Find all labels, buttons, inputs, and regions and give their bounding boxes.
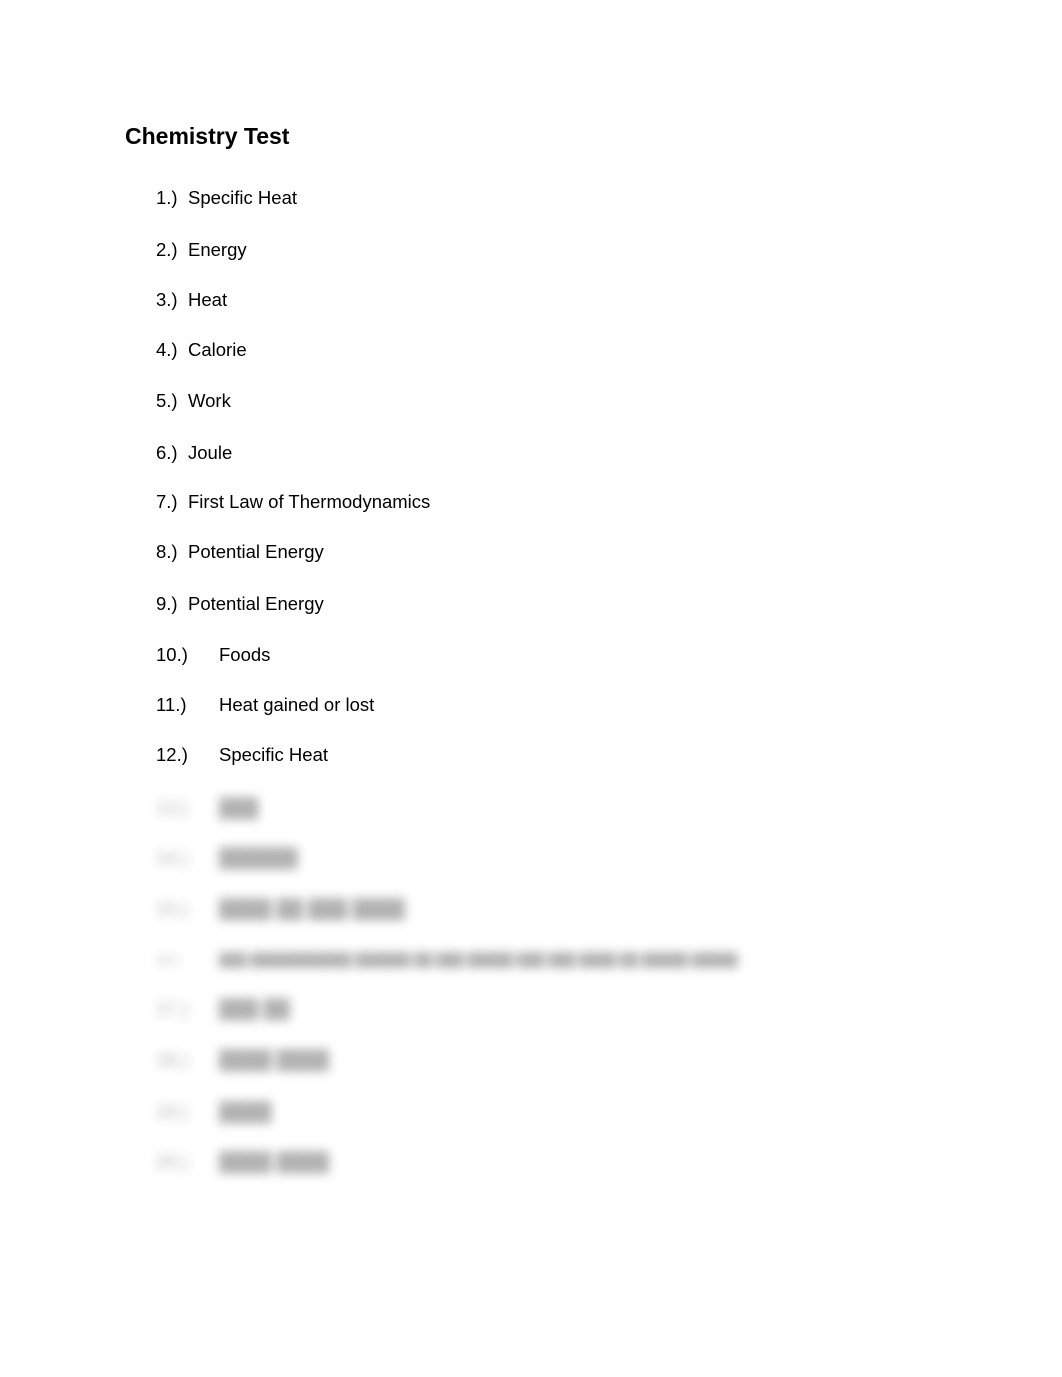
item-text: Potential Energy <box>188 593 324 614</box>
blurred-list-item: 14.) ██████ <box>156 846 298 870</box>
list-item: 4.) Calorie <box>156 338 247 362</box>
item-number: 1.) <box>156 187 178 208</box>
item-number: 10.) <box>156 644 188 665</box>
item-number: 12.) <box>156 744 188 765</box>
item-number: 8.) <box>156 541 178 562</box>
item-text: ███ ███████████ ██████ ██ ███ █████ ███ … <box>219 952 738 967</box>
blurred-list-item: 17.) ███ ██ <box>156 997 290 1021</box>
item-text: ███ ██ <box>219 998 290 1019</box>
item-text: Calorie <box>188 339 247 360</box>
list-item: 8.) Potential Energy <box>156 540 324 564</box>
blurred-list-item: 13.) ███ <box>156 796 258 820</box>
item-number: 13.) <box>156 797 188 818</box>
item-text: ████ ████ <box>219 1151 329 1172</box>
blurred-list-item: 18.) ████ ████ <box>156 1048 329 1072</box>
blurred-list-item: 20.) ████ ████ <box>156 1150 329 1174</box>
item-number: 18.) <box>156 1049 188 1070</box>
item-text: Specific Heat <box>219 744 328 765</box>
item-text: ████ ██ ███ ████ <box>219 898 405 919</box>
list-item: 1.) Specific Heat <box>156 186 297 210</box>
item-text: Foods <box>219 644 271 665</box>
item-number: 16.) <box>156 952 179 967</box>
item-text: Heat gained or lost <box>219 694 375 715</box>
item-text: First Law of Thermodynamics <box>188 491 431 512</box>
item-number: 11.) <box>156 694 187 715</box>
item-text: ███ <box>219 797 259 818</box>
item-number: 17.) <box>156 998 188 1019</box>
item-number: 7.) <box>156 491 178 512</box>
item-text: ██████ <box>219 847 298 868</box>
item-number: 15.) <box>156 898 188 919</box>
blurred-list-item: 16.) ███ ███████████ ██████ ██ ███ █████ … <box>156 948 738 972</box>
blurred-list-item: 15.) ████ ██ ███ ████ <box>156 897 405 921</box>
list-item: 10.) Foods <box>156 643 270 667</box>
list-item: 12.) Specific Heat <box>156 743 328 767</box>
list-item: 7.) First Law of Thermodynamics <box>156 490 430 514</box>
item-text: Energy <box>188 239 247 260</box>
item-text: Heat <box>188 289 228 310</box>
list-item: 2.) Energy <box>156 238 247 262</box>
item-text: Specific Heat <box>188 187 297 208</box>
list-item: 6.) Joule <box>156 441 232 465</box>
list-item: 11.) Heat gained or lost <box>156 693 374 717</box>
list-item: 3.) Heat <box>156 288 227 312</box>
item-text: ████ ████ <box>219 1049 329 1070</box>
item-text: Work <box>188 390 231 411</box>
item-text: Joule <box>188 442 233 463</box>
item-number: 3.) <box>156 289 178 310</box>
blurred-list-item: 19.) ████ <box>156 1100 271 1124</box>
item-number: 4.) <box>156 339 178 360</box>
list-item: 9.) Potential Energy <box>156 592 324 616</box>
item-number: 5.) <box>156 390 178 411</box>
item-text: ████ <box>219 1101 272 1122</box>
item-number: 14.) <box>156 847 188 868</box>
item-number: 2.) <box>156 239 178 260</box>
item-number: 20.) <box>156 1151 188 1172</box>
list-item: 5.) Work <box>156 389 231 413</box>
item-text: Potential Energy <box>188 541 324 562</box>
item-number: 19.) <box>156 1101 188 1122</box>
item-number: 9.) <box>156 593 178 614</box>
document-title: Chemistry Test <box>125 123 290 149</box>
item-number: 6.) <box>156 442 178 463</box>
